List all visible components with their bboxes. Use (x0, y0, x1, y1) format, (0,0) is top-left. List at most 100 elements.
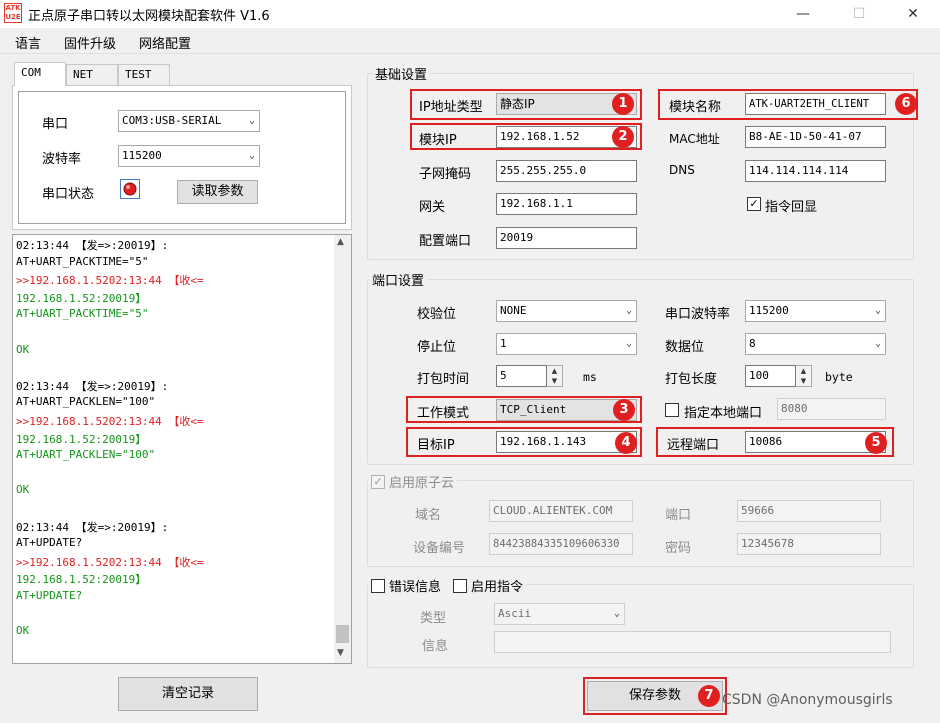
badge-6: 6 (895, 93, 917, 115)
gateway-input[interactable]: 192.168.1.1 (496, 193, 637, 215)
module-name-label: 模块名称 (669, 100, 722, 115)
data-bit-label: 数据位 (665, 340, 705, 355)
baud-select[interactable]: 115200 ⌄ (118, 145, 260, 167)
config-port-label: 配置端口 (419, 234, 472, 249)
tab-net[interactable]: NET (66, 64, 118, 86)
mac-label: MAC地址 (669, 132, 720, 146)
device-id-input[interactable]: 84423884335109606330 (489, 533, 633, 555)
subnet-mask-input[interactable]: 255.255.255.0 (496, 160, 637, 182)
log-line: 02:13:44 【发=>:20019】: (16, 520, 169, 534)
badge-1: 1 (612, 93, 634, 115)
chevron-down-icon: ⌄ (625, 338, 632, 349)
stop-bit-label: 停止位 (417, 340, 457, 355)
subnet-mask-label: 子网掩码 (419, 167, 472, 182)
maximize-button[interactable]: ☐ (836, 0, 882, 28)
password-label: 密码 (665, 541, 692, 556)
log-line: OK (16, 624, 30, 638)
remote-port-label: 远程端口 (667, 438, 720, 453)
dns-label: DNS (669, 163, 695, 177)
app-logo-icon: ATK U2E (4, 3, 22, 23)
scroll-down-icon[interactable]: ▼ (337, 648, 344, 658)
info-label: 信息 (422, 639, 449, 654)
type-select[interactable]: Ascii ⌄ (494, 603, 625, 625)
type-label: 类型 (420, 611, 447, 626)
mac-input[interactable]: B8-AE-1D-50-41-07 (745, 126, 886, 148)
log-line: AT+UART_PACKLEN="100" (16, 395, 156, 409)
title-bar: ATK U2E 正点原子串口转以太网模块配套软件 V1.6 — ☐ ✕ (0, 0, 940, 28)
port-status-indicator[interactable] (120, 179, 140, 199)
log-line: AT+UPDATE? (16, 589, 83, 602)
menu-bar: 语言 固件升级 网络配置 (0, 28, 940, 54)
echo-checkbox[interactable]: ✓ (747, 197, 761, 211)
stop-bit-select[interactable]: 1 ⌄ (496, 333, 637, 355)
dns-input[interactable]: 114.114.114.114 (745, 160, 886, 182)
menu-network-config[interactable]: 网络配置 (139, 33, 191, 52)
tab-test[interactable]: TEST (118, 64, 170, 86)
pack-len-label: 打包长度 (665, 372, 718, 387)
pack-len-input[interactable]: 100 (745, 365, 796, 387)
chevron-down-icon: ⌄ (874, 305, 881, 316)
uart-baud-select[interactable]: 115200 ⌄ (745, 300, 886, 322)
log-line: AT+UART_PACKLEN="100" (16, 448, 156, 462)
log-line: >>192.168.1.5202:13:44 【收<= (16, 555, 204, 569)
log-line: AT+UPDATE? (16, 536, 83, 550)
port-label: 串口 (42, 117, 69, 132)
chevron-down-icon: ⌄ (625, 305, 632, 316)
module-name-input[interactable]: ATK-UART2ETH_CLIENT (745, 93, 886, 115)
config-port-input[interactable]: 20019 (496, 227, 637, 249)
badge-7: 7 (698, 685, 720, 707)
log-line: 192.168.1.52:20019】 (16, 573, 147, 587)
echo-label: 指令回显 (765, 200, 818, 215)
baud-label: 波特率 (42, 152, 82, 167)
badge-4: 4 (615, 432, 637, 454)
local-port-checkbox[interactable] (665, 403, 679, 417)
scroll-up-icon[interactable]: ▲ (337, 237, 344, 247)
log-line: 192.168.1.52:20019】 (16, 291, 147, 305)
error-info-checkbox[interactable] (371, 578, 385, 593)
domain-input[interactable]: CLOUD.ALIENTEK.COM (489, 500, 633, 522)
read-params-button[interactable]: 读取参数 (177, 180, 258, 204)
password-input[interactable]: 12345678 (737, 533, 881, 555)
log-line: AT+UART_PACKTIME="5" (16, 254, 149, 268)
pack-time-stepper[interactable]: ▲ ▼ (547, 365, 563, 387)
log-line: OK (16, 483, 30, 497)
log-line: AT+UART_PACKTIME="5" (16, 307, 149, 321)
tab-com[interactable]: COM (14, 62, 66, 86)
enable-cmd-checkbox[interactable] (453, 578, 468, 593)
clear-log-button[interactable]: 清空记录 (118, 677, 258, 711)
enable-cmd-label: 启用指令 (471, 580, 524, 595)
pack-len-stepper[interactable]: ▲ ▼ (796, 365, 812, 387)
log-line: >>192.168.1.5202:13:44 【收<= (16, 274, 204, 288)
port-select[interactable]: COM3:USB-SERIAL ⌄ (118, 110, 260, 132)
cloud-enable-label: 启用原子云 (389, 476, 455, 491)
log-panel[interactable]: 02:13:44 【发=>:20019】: AT+UART_PACKTIME="5… (12, 234, 352, 664)
info-input[interactable] (494, 631, 891, 653)
cloud-port-label: 端口 (665, 508, 692, 523)
check-icon: ✓ (749, 197, 759, 210)
minimize-button[interactable]: — (780, 0, 826, 28)
pack-time-unit: ms (583, 370, 597, 384)
data-bit-select[interactable]: 8 ⌄ (745, 333, 886, 355)
record-icon (123, 182, 137, 196)
pack-time-input[interactable]: 5 (496, 365, 547, 387)
badge-2: 2 (612, 126, 634, 148)
pack-time-label: 打包时间 (417, 372, 470, 387)
misc-group (367, 584, 914, 668)
close-button[interactable]: ✕ (890, 0, 936, 28)
cloud-enable-checkbox[interactable]: ✓ (371, 474, 385, 489)
log-line: 02:13:44 【发=>:20019】: (16, 379, 169, 393)
watermark: CSDN @Anonymousgirls (722, 692, 893, 708)
device-id-label: 设备编号 (413, 541, 466, 556)
menu-language[interactable]: 语言 (15, 33, 41, 52)
local-port-input[interactable]: 8080 (777, 398, 886, 420)
pack-len-unit: byte (825, 370, 853, 384)
parity-select[interactable]: NONE ⌄ (496, 300, 637, 322)
cloud-group-title: ✓ 启用原子云 (368, 472, 458, 491)
port-settings-title: 端口设置 (369, 270, 428, 289)
misc-group-title: 错误信息 启用指令 (368, 576, 527, 595)
menu-firmware-upgrade[interactable]: 固件升级 (64, 33, 116, 52)
cloud-port-input[interactable]: 59666 (737, 500, 881, 522)
log-scrollbar[interactable]: ▲ ▼ (334, 235, 351, 663)
scroll-thumb[interactable] (336, 625, 349, 643)
log-line: >>192.168.1.5202:13:44 【收<= (16, 415, 204, 428)
